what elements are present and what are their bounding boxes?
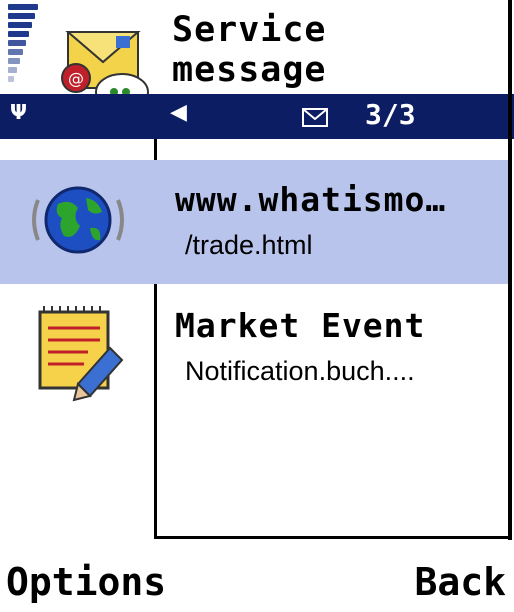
signal-strength-icon <box>8 4 44 92</box>
previous-arrow-icon[interactable]: ◀ <box>170 100 187 125</box>
notepad-icon <box>38 306 124 402</box>
back-softkey[interactable]: Back <box>414 560 506 604</box>
message-subtitle: Notification.buch.... <box>185 356 415 386</box>
svg-text:@: @ <box>68 69 84 88</box>
message-counter: 3/3 <box>365 98 416 131</box>
message-title: www.whatismo… <box>175 180 447 219</box>
envelope-icon <box>302 108 328 127</box>
phone-screen: @ Service message Ψ ◀ 3/3 www.whatismo… … <box>0 0 514 612</box>
list-right-border <box>508 0 512 540</box>
list-item[interactable]: www.whatismo… /trade.html <box>0 160 508 284</box>
globe-icon <box>32 186 124 254</box>
options-softkey[interactable]: Options <box>6 560 166 604</box>
title-line-2: message <box>172 50 327 90</box>
title-line-1: Service <box>172 10 327 50</box>
page-title: Service message <box>172 10 327 90</box>
message-subtitle: /trade.html <box>185 230 313 260</box>
navigation-bar: Ψ ◀ 3/3 <box>0 94 514 139</box>
message-title: Market Event <box>175 306 426 345</box>
list-item[interactable]: Market Event Notification.buch.... <box>0 296 508 420</box>
antenna-icon: Ψ <box>10 100 27 124</box>
list-bottom-border <box>154 536 512 539</box>
